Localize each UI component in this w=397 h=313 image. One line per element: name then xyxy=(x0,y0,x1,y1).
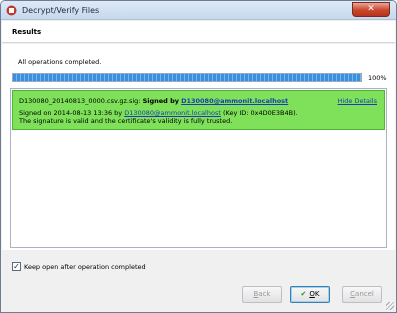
detail-key-id: (Key ID: 0x4D0E3B4B). xyxy=(222,109,298,117)
keep-open-checkbox[interactable]: ✓ xyxy=(12,262,21,271)
decrypt-verify-window: Decrypt/Verify Files ✕ Results All opera… xyxy=(0,0,397,313)
page-header: Results xyxy=(2,21,395,43)
progress-bar xyxy=(12,73,362,82)
status-text: All operations completed. xyxy=(18,58,102,66)
result-detail: Signed on 2014-08-13 13:36 by D130080@am… xyxy=(19,109,298,117)
cancel-button[interactable]: Cancel xyxy=(342,286,382,303)
check-icon: ✔ xyxy=(300,290,307,298)
close-button[interactable]: ✕ xyxy=(352,2,390,17)
detail-prefix: Signed on 2014-08-13 13:36 by xyxy=(19,109,123,117)
page-title: Results xyxy=(12,28,42,36)
results-list[interactable]: D130080_20140813_0000.csv.gz.sig: Signed… xyxy=(10,88,387,248)
hide-details-link[interactable]: Hide Details xyxy=(338,97,377,105)
list-item[interactable]: D130080_20140813_0000.csv.gz.sig: Signed… xyxy=(12,90,385,130)
signed-by-label: Signed by xyxy=(142,97,179,105)
ok-button[interactable]: ✔ OK xyxy=(290,286,330,303)
resize-grip-icon[interactable] xyxy=(386,302,394,310)
progress-percent: 100% xyxy=(368,74,387,82)
result-summary: D130080_20140813_0000.csv.gz.sig: Signed… xyxy=(19,97,288,105)
result-validity: The signature is valid and the certifica… xyxy=(19,117,233,125)
checkmark-icon: ✓ xyxy=(13,262,20,271)
keep-open-label[interactable]: Keep open after operation completed xyxy=(24,263,146,271)
title-bar[interactable]: Decrypt/Verify Files ✕ xyxy=(1,1,396,20)
results-panel: All operations completed. 100% D130080_2… xyxy=(2,44,395,250)
window-title: Decrypt/Verify Files xyxy=(22,6,100,15)
close-icon: ✕ xyxy=(367,4,375,14)
detail-signer-link[interactable]: D130080@ammonit.localhost xyxy=(124,109,221,117)
progress-fill xyxy=(13,74,361,81)
signer-link[interactable]: D130080@ammonit.localhost xyxy=(181,97,288,105)
result-filename: D130080_20140813_0000.csv.gz.sig: xyxy=(19,97,141,105)
kleopatra-app-icon xyxy=(6,5,17,16)
back-button[interactable]: Back xyxy=(242,286,282,303)
